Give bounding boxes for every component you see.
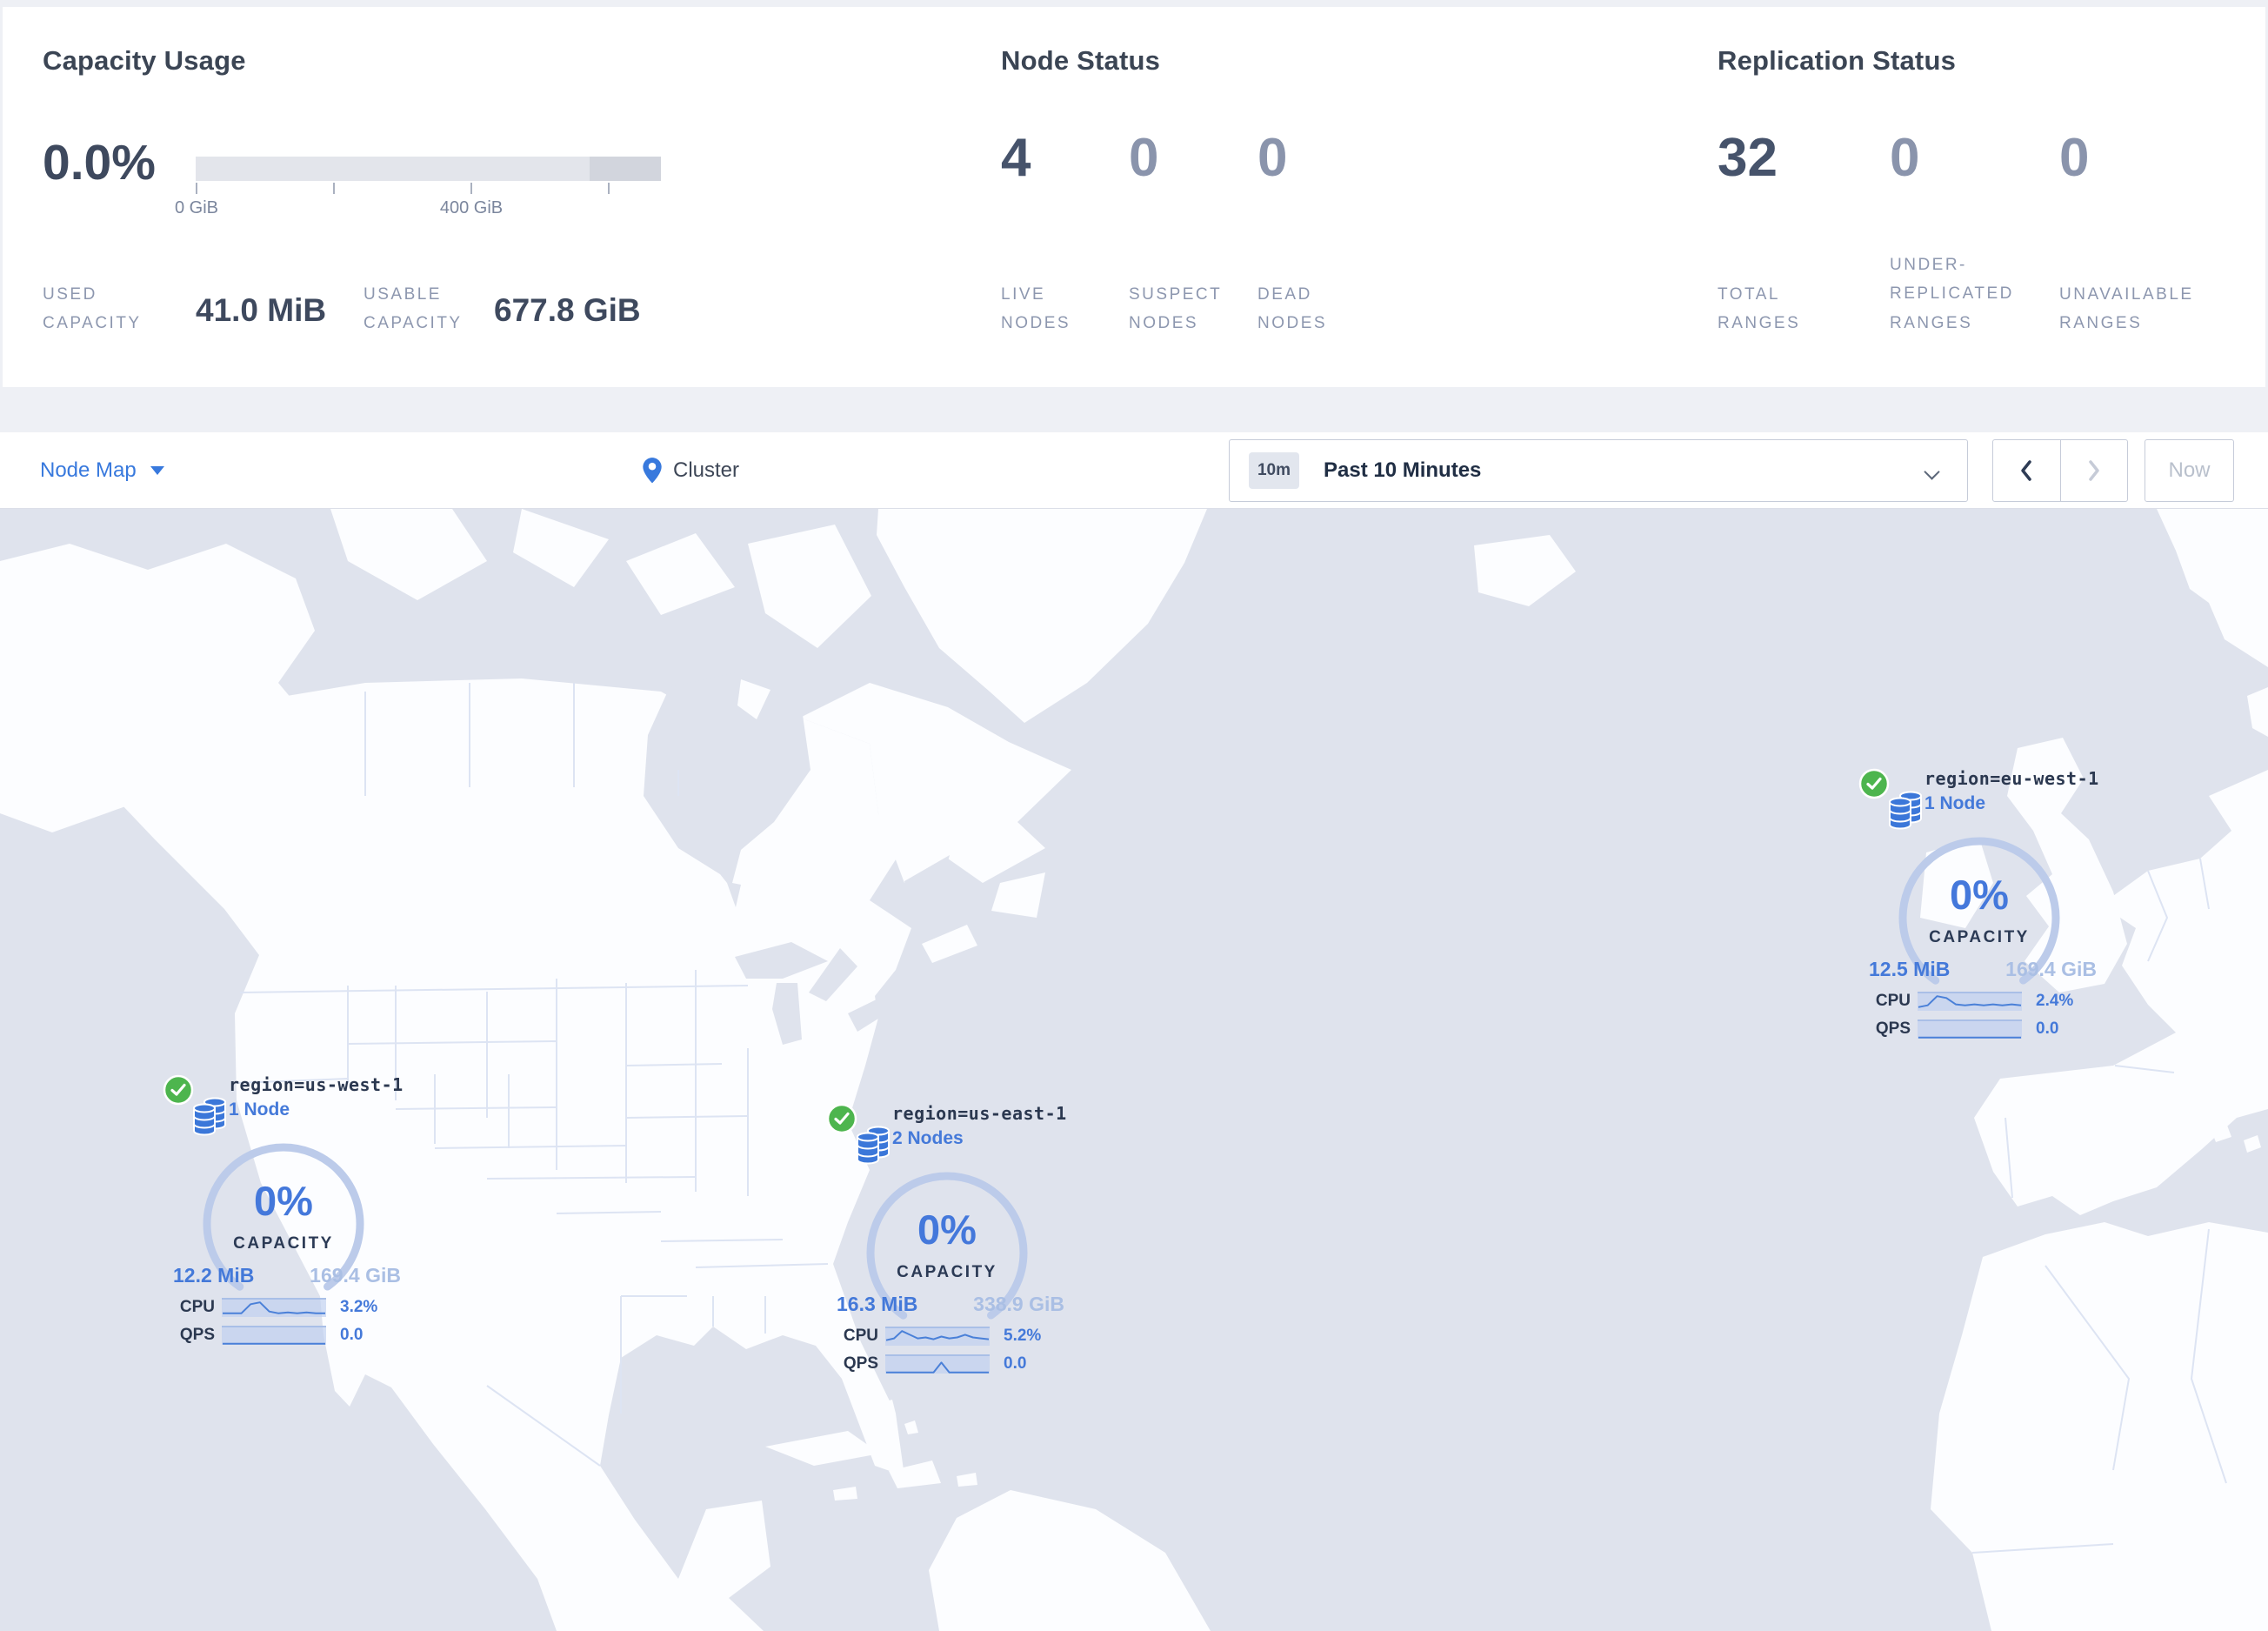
cpu-label: CPU	[179, 1298, 215, 1316]
qps-row: QPS 0.0	[157, 1325, 410, 1346]
node-status-title: Node Status	[1001, 45, 1161, 76]
cpu-sparkline	[885, 1327, 990, 1346]
location-pin-icon	[643, 458, 662, 484]
gauge-capacity-label: CAPACITY	[897, 1263, 997, 1281]
region-usable-capacity: 338.9 GiB	[973, 1293, 1064, 1315]
now-button[interactable]: Now	[2145, 439, 2234, 502]
cpu-value: 3.2%	[340, 1298, 378, 1316]
capacity-used-percent: 0.0%	[43, 135, 156, 191]
gauge-percent: 0%	[917, 1207, 977, 1253]
breadcrumb-label: Cluster	[673, 458, 740, 482]
view-selector-label: Node Map	[40, 458, 137, 482]
region-node-count: 2 Nodes	[892, 1128, 964, 1148]
region-used-capacity: 12.2 MiB	[173, 1264, 255, 1287]
qps-sparkline	[222, 1326, 326, 1345]
used-capacity-value: 41.0 MiB	[196, 292, 327, 328]
used-capacity-label: USED CAPACITY	[43, 285, 142, 333]
chevron-right-icon	[2089, 460, 2099, 481]
usable-capacity-label: USABLE CAPACITY	[364, 285, 463, 333]
cpu-value: 2.4%	[2036, 992, 2074, 1010]
cpu-label: CPU	[843, 1327, 878, 1345]
unavailable-ranges-label: UNAVAILABLE RANGES	[2059, 285, 2194, 333]
gauge-percent: 0%	[1950, 872, 2009, 918]
capacity-axis-tick	[333, 183, 335, 194]
cluster-summary-panel: Capacity Usage 0.0% 0 GiB 400 GiB USED C…	[3, 7, 2265, 387]
under-replicated-ranges-count: 0	[1890, 128, 1920, 188]
chevron-down-icon	[1924, 464, 1940, 480]
capacity-bar	[196, 157, 661, 181]
qps-value: 0.0	[2036, 1019, 2059, 1038]
database-stack-icon	[1889, 791, 1922, 830]
time-range-dropdown[interactable]: 10m Past 10 Minutes	[1229, 439, 1968, 502]
capacity-usage-title: Capacity Usage	[43, 45, 246, 76]
region-node-count: 1 Node	[229, 1100, 290, 1120]
capacity-axis-label-0: 0 GiB	[174, 198, 219, 217]
database-stack-icon	[193, 1097, 226, 1136]
region-used-capacity: 12.5 MiB	[1869, 958, 1951, 980]
time-range-label: Past 10 Minutes	[1324, 458, 1482, 482]
qps-row: QPS 0.0	[1853, 1019, 2105, 1039]
dead-nodes-count: 0	[1257, 128, 1288, 188]
region-marker-us-west-1[interactable]: region=us-west-1 1 Node 0% CAPACITY 12.2…	[157, 1067, 410, 1354]
capacity-axis-tick	[608, 183, 610, 194]
qps-label: QPS	[1875, 1019, 1911, 1038]
live-nodes-count: 4	[1001, 128, 1031, 188]
region-name: region=us-west-1	[229, 1074, 404, 1095]
cpu-label: CPU	[1875, 992, 1911, 1010]
time-pager	[1992, 439, 2128, 502]
breadcrumb[interactable]: Cluster	[642, 432, 739, 509]
region-name: region=eu-west-1	[1924, 768, 2099, 789]
region-name: region=us-east-1	[892, 1103, 1067, 1124]
database-stack-icon	[857, 1126, 890, 1165]
qps-sparkline	[885, 1354, 990, 1374]
triangle-down-icon	[150, 466, 164, 475]
gauge-capacity-label: CAPACITY	[1929, 928, 2030, 946]
cpu-row: CPU 3.2%	[157, 1297, 410, 1318]
qps-label: QPS	[843, 1354, 878, 1373]
capacity-axis-tick	[196, 183, 197, 194]
cpu-row: CPU 2.4%	[1853, 991, 2105, 1012]
unavailable-ranges-count: 0	[2059, 128, 2090, 188]
total-ranges-label: TOTAL RANGES	[1718, 285, 1801, 333]
qps-value: 0.0	[340, 1326, 364, 1344]
region-used-capacity: 16.3 MiB	[837, 1293, 918, 1315]
gauge-capacity-label: CAPACITY	[233, 1234, 334, 1253]
cpu-row: CPU 5.2%	[821, 1326, 1073, 1347]
view-selector-dropdown[interactable]: Node Map	[40, 432, 164, 509]
time-range-badge: 10m	[1249, 452, 1299, 489]
node-map: region=us-west-1 1 Node 0% CAPACITY 12.2…	[0, 509, 2268, 1631]
cpu-value: 5.2%	[1004, 1327, 1042, 1345]
replication-status-title: Replication Status	[1718, 45, 1957, 76]
region-marker-eu-west-1[interactable]: region=eu-west-1 1 Node 0% CAPACITY 12.5…	[1853, 761, 2105, 1048]
region-marker-us-east-1[interactable]: region=us-east-1 2 Nodes 0% CAPACITY 16.…	[821, 1096, 1073, 1383]
capacity-axis-label-400: 400 GiB	[439, 198, 504, 217]
prev-time-button[interactable]	[1993, 440, 2060, 501]
gauge-percent: 0%	[254, 1178, 313, 1224]
under-replicated-ranges-label: UNDER-REPLICATED RANGES	[1890, 256, 2014, 332]
cpu-sparkline	[1918, 992, 2022, 1011]
live-nodes-label: LIVE NODES	[1001, 285, 1071, 333]
region-usable-capacity: 169.4 GiB	[2005, 958, 2097, 980]
qps-value: 0.0	[1004, 1354, 1027, 1373]
qps-row: QPS 0.0	[821, 1354, 1073, 1374]
cpu-sparkline	[222, 1298, 326, 1317]
dead-nodes-label: DEAD NODES	[1257, 285, 1328, 333]
region-usable-capacity: 169.4 GiB	[310, 1264, 401, 1287]
total-ranges-count: 32	[1718, 128, 1778, 188]
map-toolbar: Node Map Cluster 10m Past 10 Minutes Now	[0, 432, 2268, 509]
suspect-nodes-label: SUSPECT NODES	[1129, 285, 1222, 333]
qps-label: QPS	[179, 1326, 215, 1344]
usable-capacity-value: 677.8 GiB	[494, 292, 641, 328]
qps-sparkline	[1918, 1019, 2022, 1039]
region-node-count: 1 Node	[1924, 793, 1986, 813]
next-time-button[interactable]	[2059, 440, 2128, 501]
capacity-axis-tick	[470, 183, 472, 194]
suspect-nodes-count: 0	[1129, 128, 1159, 188]
chevron-left-icon	[2021, 460, 2031, 481]
capacity-bar-nonusable-segment	[590, 157, 661, 181]
